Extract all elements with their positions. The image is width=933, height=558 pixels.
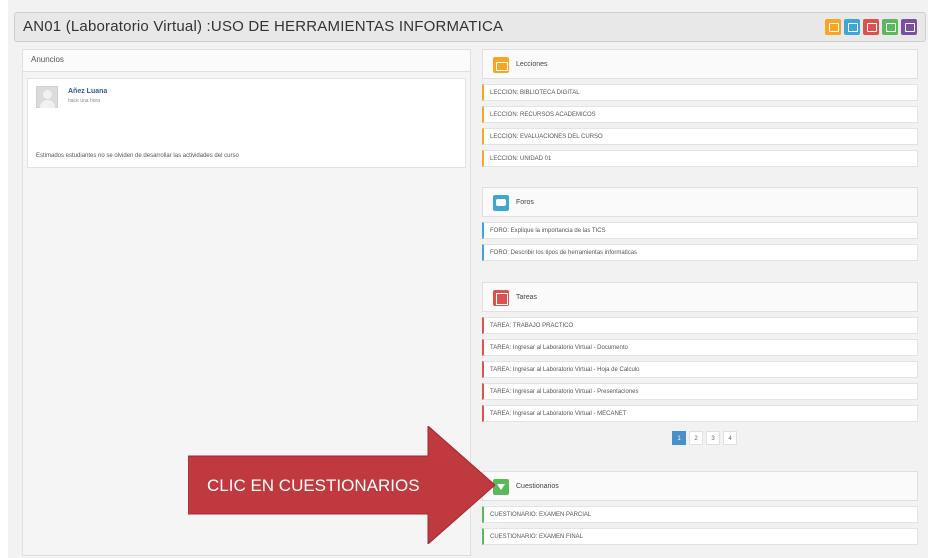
forums-header[interactable]: Foros — [482, 187, 918, 217]
announcement-time: hace una hora — [68, 98, 100, 104]
callout-text: CLIC EN CUESTIONARIOS — [207, 476, 420, 495]
header-icons — [825, 19, 917, 35]
list-item[interactable]: FORO: Explique la importancia de las TIC… — [482, 222, 918, 239]
announcement-text: Estimados estudiantes no se olviden de d… — [36, 153, 239, 159]
announcements-title: Anuncios — [23, 50, 470, 72]
list-item[interactable]: FORO: Describir los tipos de herramienta… — [482, 244, 918, 261]
tasks-section: Tareas TAREA: TRABAJO PRACTICO TAREA: In… — [482, 282, 918, 422]
list-item[interactable]: CUESTIONARIO: EXAMEN PARCIAL — [482, 506, 918, 523]
page-3-button[interactable]: 3 — [706, 431, 720, 445]
chat-icon[interactable] — [901, 19, 917, 35]
list-item[interactable]: TAREA: Ingresar al Laboratorio Virtual -… — [482, 361, 918, 378]
quizzes-section: Cuestionarios CUESTIONARIO: EXAMEN PARCI… — [482, 471, 918, 545]
tasks-title: Tareas — [516, 294, 538, 301]
quiz-icon[interactable] — [882, 19, 898, 35]
list-item[interactable]: LECCION: UNIDAD 01 — [482, 150, 918, 167]
list-item[interactable]: TAREA: Ingresar al Laboratorio Virtual -… — [482, 405, 918, 422]
pagination: 1 2 3 4 — [672, 431, 737, 445]
list-item[interactable]: TAREA: Ingresar al Laboratorio Virtual -… — [482, 383, 918, 400]
tasks-icon[interactable] — [863, 19, 879, 35]
announcement-author[interactable]: Añez Luana — [68, 88, 107, 95]
task-icon — [493, 290, 509, 306]
forums-title: Foros — [516, 199, 534, 206]
list-item[interactable]: LECCION: EVALUACIONES DEL CURSO — [482, 128, 918, 145]
chat-bubble-icon — [493, 195, 509, 211]
page-4-button[interactable]: 4 — [723, 431, 737, 445]
forums-section: Foros FORO: Explique la importancia de l… — [482, 187, 918, 261]
quiz-icon — [493, 479, 509, 495]
lessons-header[interactable]: Lecciones — [482, 49, 918, 79]
folder-icon — [493, 57, 509, 73]
list-item[interactable]: LECCION: RECURSOS ACADEMICOS — [482, 106, 918, 123]
announcement-card: Añez Luana hace una hora Estimados estud… — [27, 78, 466, 168]
forums-icon[interactable] — [844, 19, 860, 35]
course-title: AN01 (Laboratorio Virtual) :USO DE HERRA… — [23, 18, 504, 35]
lessons-icon[interactable] — [825, 19, 841, 35]
list-item[interactable]: LECCION: BIBLIOTECA DIGITAL — [482, 84, 918, 101]
quizzes-title: Cuestionarios — [516, 483, 559, 490]
course-header: AN01 (Laboratorio Virtual) :USO DE HERRA… — [14, 12, 926, 42]
list-item[interactable]: TAREA: Ingresar al Laboratorio Virtual -… — [482, 339, 918, 356]
lessons-section: Lecciones LECCION: BIBLIOTECA DIGITAL LE… — [482, 49, 918, 167]
list-item[interactable]: TAREA: TRABAJO PRACTICO — [482, 317, 918, 334]
page-1-button[interactable]: 1 — [672, 431, 686, 445]
page-2-button[interactable]: 2 — [689, 431, 703, 445]
avatar — [36, 86, 58, 108]
list-item[interactable]: CUESTIONARIO: EXAMEN FINAL — [482, 528, 918, 545]
tasks-header[interactable]: Tareas — [482, 282, 918, 312]
quizzes-header[interactable]: Cuestionarios — [482, 471, 918, 501]
lessons-title: Lecciones — [516, 61, 548, 68]
